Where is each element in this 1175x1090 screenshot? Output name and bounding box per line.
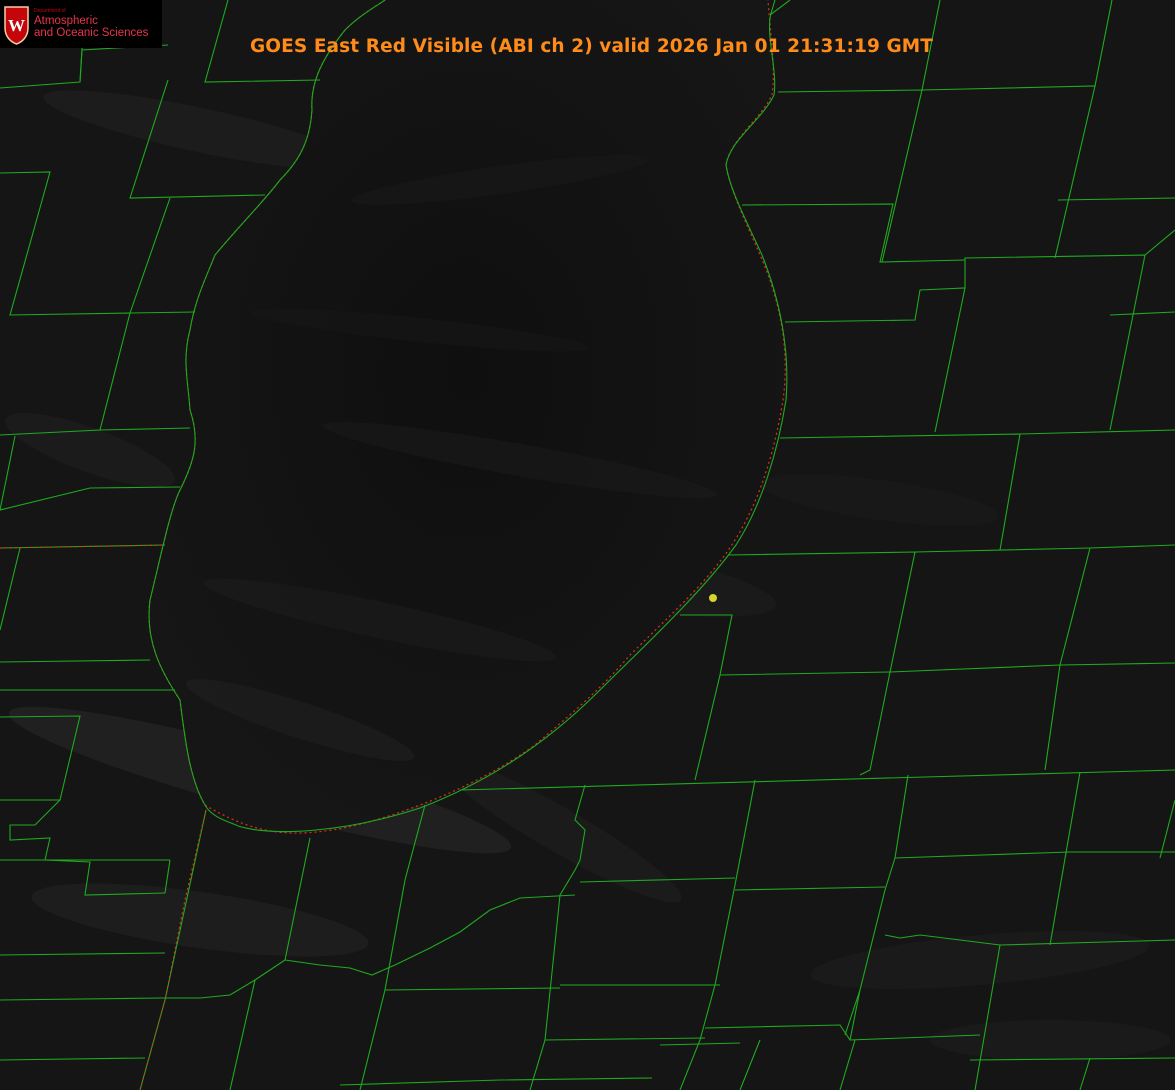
image-title: GOES East Red Visible (ABI ch 2) valid 2… xyxy=(250,36,933,57)
logo-text: Department of Atmospheric and Oceanic Sc… xyxy=(34,9,148,39)
satellite-map: W Department of Atmospheric and Oceanic … xyxy=(0,0,1175,1090)
satellite-image xyxy=(0,0,1175,1090)
yellow-dot-icon xyxy=(709,594,717,602)
crest-letter: W xyxy=(8,16,25,35)
logo-line1: Atmospheric xyxy=(34,14,98,27)
